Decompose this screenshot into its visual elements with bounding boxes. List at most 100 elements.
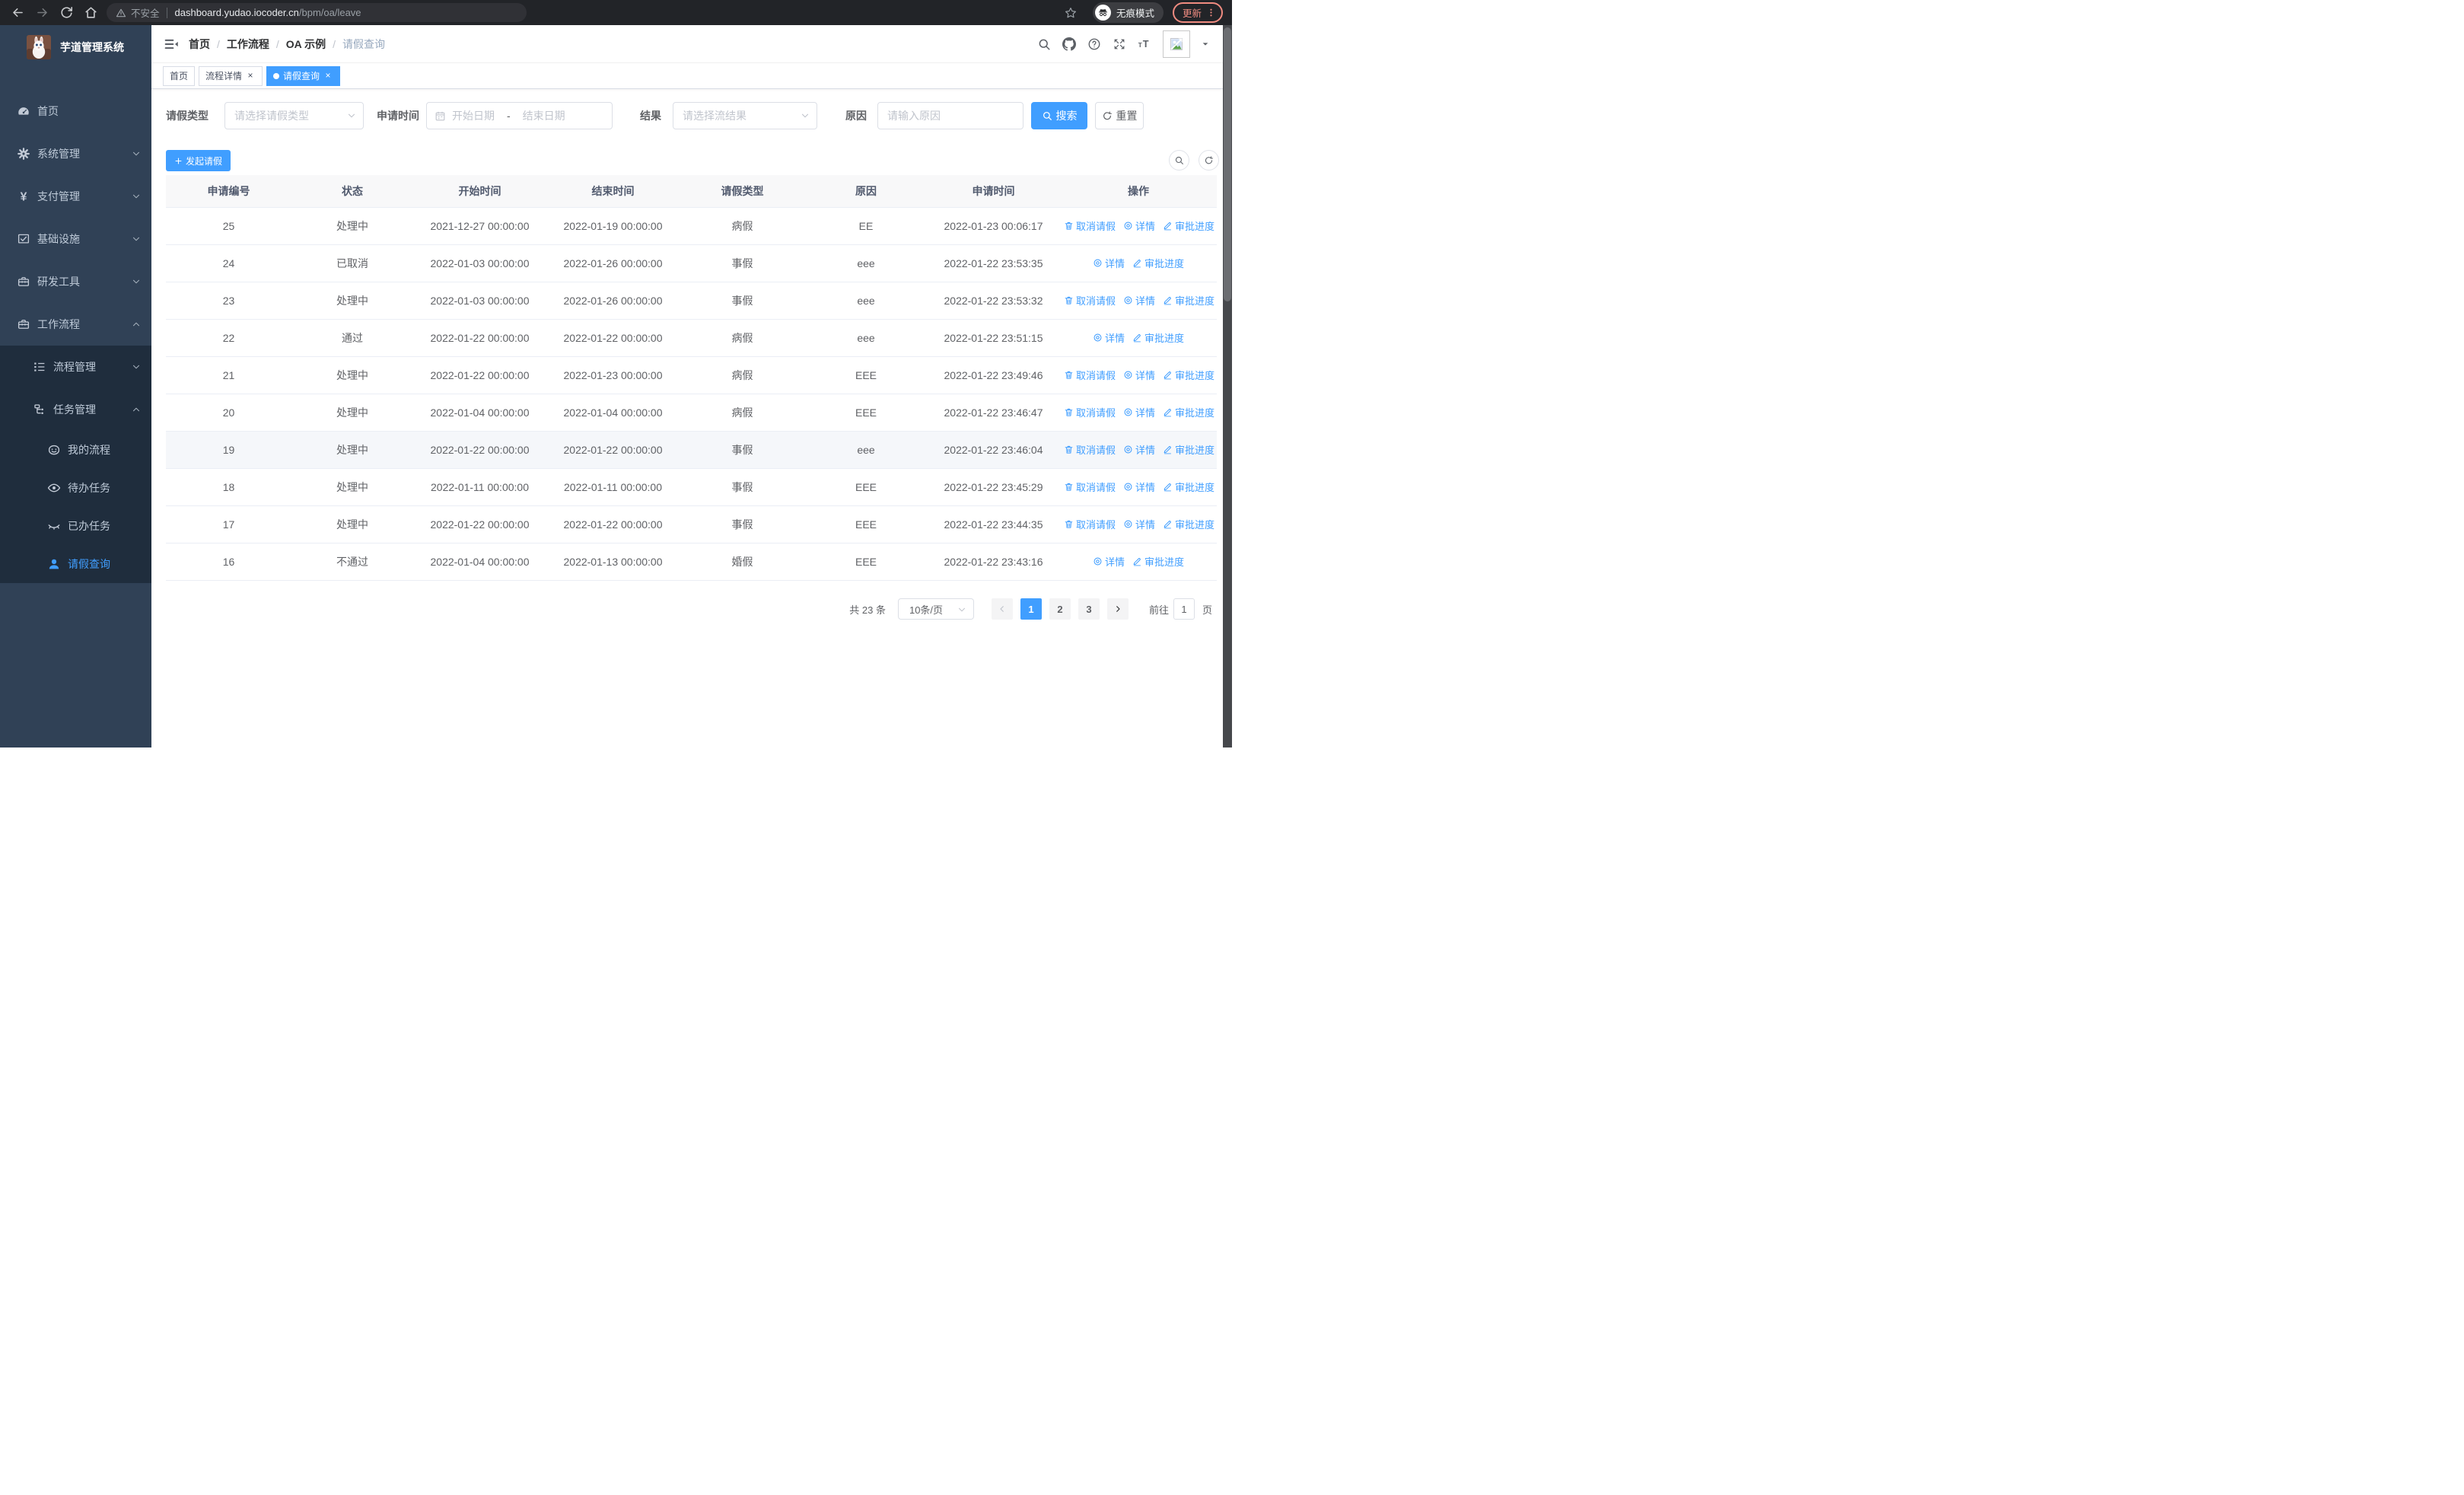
- incognito-icon: [1094, 5, 1111, 21]
- detail-link[interactable]: 详情: [1123, 405, 1155, 419]
- detail-link[interactable]: 详情: [1093, 330, 1125, 345]
- approval-progress-link[interactable]: 审批进度: [1132, 256, 1184, 270]
- approval-progress-link[interactable]: 审批进度: [1163, 442, 1214, 457]
- result-select[interactable]: 请选择流结果: [673, 102, 817, 129]
- create-leave-button[interactable]: 发起请假: [166, 150, 231, 171]
- breadcrumb-item[interactable]: 首页: [189, 37, 210, 52]
- fullscreen-icon[interactable]: [1113, 37, 1126, 51]
- tab-close-icon[interactable]: ×: [245, 70, 256, 81]
- page-button-3[interactable]: 3: [1078, 598, 1100, 620]
- view-detail-icon: [1093, 556, 1103, 566]
- help-icon[interactable]: [1087, 37, 1101, 51]
- search-icon[interactable]: [1037, 37, 1051, 51]
- table-refresh-button[interactable]: [1199, 150, 1219, 171]
- pagination: 共 23 条 10条/页 123 前往 页: [849, 598, 1212, 620]
- approval-progress-link[interactable]: 审批进度: [1163, 368, 1214, 382]
- cell-end: 2022-01-04 00:00:00: [546, 394, 680, 432]
- tab-流程详情[interactable]: 流程详情 ×: [199, 65, 263, 86]
- browser-forward-icon[interactable]: [35, 5, 49, 20]
- flow-icon: [33, 403, 46, 416]
- reason-label: 原因: [845, 110, 867, 122]
- trash-icon: [1064, 519, 1074, 529]
- search-button[interactable]: 搜索: [1031, 102, 1087, 129]
- breadcrumb-item[interactable]: 工作流程: [227, 37, 269, 52]
- detail-link[interactable]: 详情: [1123, 517, 1155, 531]
- cancel-leave-link[interactable]: 取消请假: [1064, 293, 1116, 308]
- detail-link[interactable]: 详情: [1093, 256, 1125, 270]
- approval-progress-link[interactable]: 审批进度: [1163, 517, 1214, 531]
- detail-link[interactable]: 详情: [1123, 480, 1155, 494]
- detail-link[interactable]: 详情: [1123, 442, 1155, 457]
- column-header: 申请编号: [166, 175, 291, 208]
- avatar-caret-icon[interactable]: [1202, 40, 1209, 48]
- toolbox-icon: [17, 317, 30, 331]
- cancel-leave-link[interactable]: 取消请假: [1064, 405, 1116, 419]
- chevron-left-icon: [998, 604, 1007, 614]
- cancel-leave-link[interactable]: 取消请假: [1064, 517, 1116, 531]
- tab-请假查询[interactable]: 请假查询 ×: [266, 65, 341, 86]
- reason-input[interactable]: 请输入原因: [877, 102, 1023, 129]
- sidebar-item-process-mgmt[interactable]: 流程管理: [0, 346, 151, 388]
- page-button-1[interactable]: 1: [1020, 598, 1042, 620]
- browser-back-icon[interactable]: [11, 5, 25, 20]
- scrollbar-thumb[interactable]: [1224, 27, 1231, 301]
- approval-progress-link[interactable]: 审批进度: [1132, 330, 1184, 345]
- sidebar-item-payment[interactable]: ¥ 支付管理: [0, 175, 151, 218]
- page-button-2[interactable]: 2: [1049, 598, 1071, 620]
- cancel-leave-link[interactable]: 取消请假: [1064, 218, 1116, 233]
- detail-link[interactable]: 详情: [1093, 554, 1125, 569]
- action-label: 审批进度: [1175, 370, 1215, 381]
- cell-type: 事假: [680, 505, 805, 543]
- detail-link[interactable]: 详情: [1123, 218, 1155, 233]
- detail-link[interactable]: 详情: [1123, 368, 1155, 382]
- sidebar-item-system[interactable]: 系统管理: [0, 132, 151, 175]
- font-size-icon[interactable]: TT: [1138, 37, 1151, 51]
- page-size-select[interactable]: 10条/页: [897, 598, 974, 620]
- goto-page-input[interactable]: [1173, 598, 1195, 620]
- sidebar-item-done-task[interactable]: 已办任务: [0, 507, 151, 545]
- prev-page-button[interactable]: [991, 598, 1013, 620]
- sidebar-item-todo-task[interactable]: 待办任务: [0, 469, 151, 507]
- breadcrumb-item[interactable]: OA 示例: [286, 37, 326, 52]
- user-avatar[interactable]: [1163, 30, 1190, 58]
- view-detail-icon: [1093, 258, 1103, 268]
- cell-type: 事假: [680, 431, 805, 469]
- github-icon[interactable]: [1062, 37, 1076, 51]
- leave-type-select[interactable]: 请选择请假类型: [224, 102, 364, 129]
- approval-progress-link[interactable]: 审批进度: [1163, 480, 1214, 494]
- action-label: 审批进度: [1144, 556, 1185, 568]
- sidebar-item-home[interactable]: 首页: [0, 90, 151, 132]
- cancel-leave-link[interactable]: 取消请假: [1064, 368, 1116, 382]
- app-logo[interactable]: 芋道管理系统: [0, 25, 151, 69]
- sidebar-item-task-mgmt[interactable]: 任务管理: [0, 388, 151, 431]
- sidebar-item-workflow[interactable]: 工作流程: [0, 303, 151, 346]
- apply-time-range-picker[interactable]: 开始日期 - 结束日期: [426, 102, 613, 129]
- view-detail-icon: [1123, 482, 1133, 492]
- sidebar-item-my-process[interactable]: 我的流程: [0, 431, 151, 469]
- detail-link[interactable]: 详情: [1123, 293, 1155, 308]
- browser-reload-icon[interactable]: [59, 5, 74, 20]
- address-bar[interactable]: 不安全 dashboard.yudao.iocoder.cn/bpm/oa/le…: [107, 3, 527, 22]
- hamburger-icon[interactable]: [164, 37, 179, 52]
- tab-首页[interactable]: 首页: [163, 65, 196, 86]
- cancel-leave-link[interactable]: 取消请假: [1064, 442, 1116, 457]
- page-scrollbar[interactable]: [1223, 25, 1232, 748]
- bookmark-star-icon[interactable]: [1064, 6, 1078, 20]
- reset-button[interactable]: 重置: [1095, 102, 1144, 129]
- approval-progress-link[interactable]: 审批进度: [1163, 218, 1214, 233]
- next-page-button[interactable]: [1106, 598, 1129, 620]
- cell-end: 2022-01-23 00:00:00: [546, 356, 680, 394]
- tab-close-icon[interactable]: ×: [323, 70, 333, 81]
- edit-icon: [1163, 370, 1173, 380]
- browser-update-menu[interactable]: 更新: [1172, 2, 1223, 23]
- view-detail-icon: [1123, 295, 1133, 305]
- sidebar-item-infra[interactable]: 基础设施: [0, 218, 151, 260]
- approval-progress-link[interactable]: 审批进度: [1163, 293, 1214, 308]
- sidebar-item-leave-query[interactable]: 请假查询: [0, 545, 151, 583]
- browser-home-icon[interactable]: [84, 5, 98, 20]
- sidebar-item-devtools[interactable]: 研发工具: [0, 260, 151, 303]
- cancel-leave-link[interactable]: 取消请假: [1064, 480, 1116, 494]
- approval-progress-link[interactable]: 审批进度: [1132, 554, 1184, 569]
- table-search-button[interactable]: [1169, 150, 1189, 171]
- approval-progress-link[interactable]: 审批进度: [1163, 405, 1214, 419]
